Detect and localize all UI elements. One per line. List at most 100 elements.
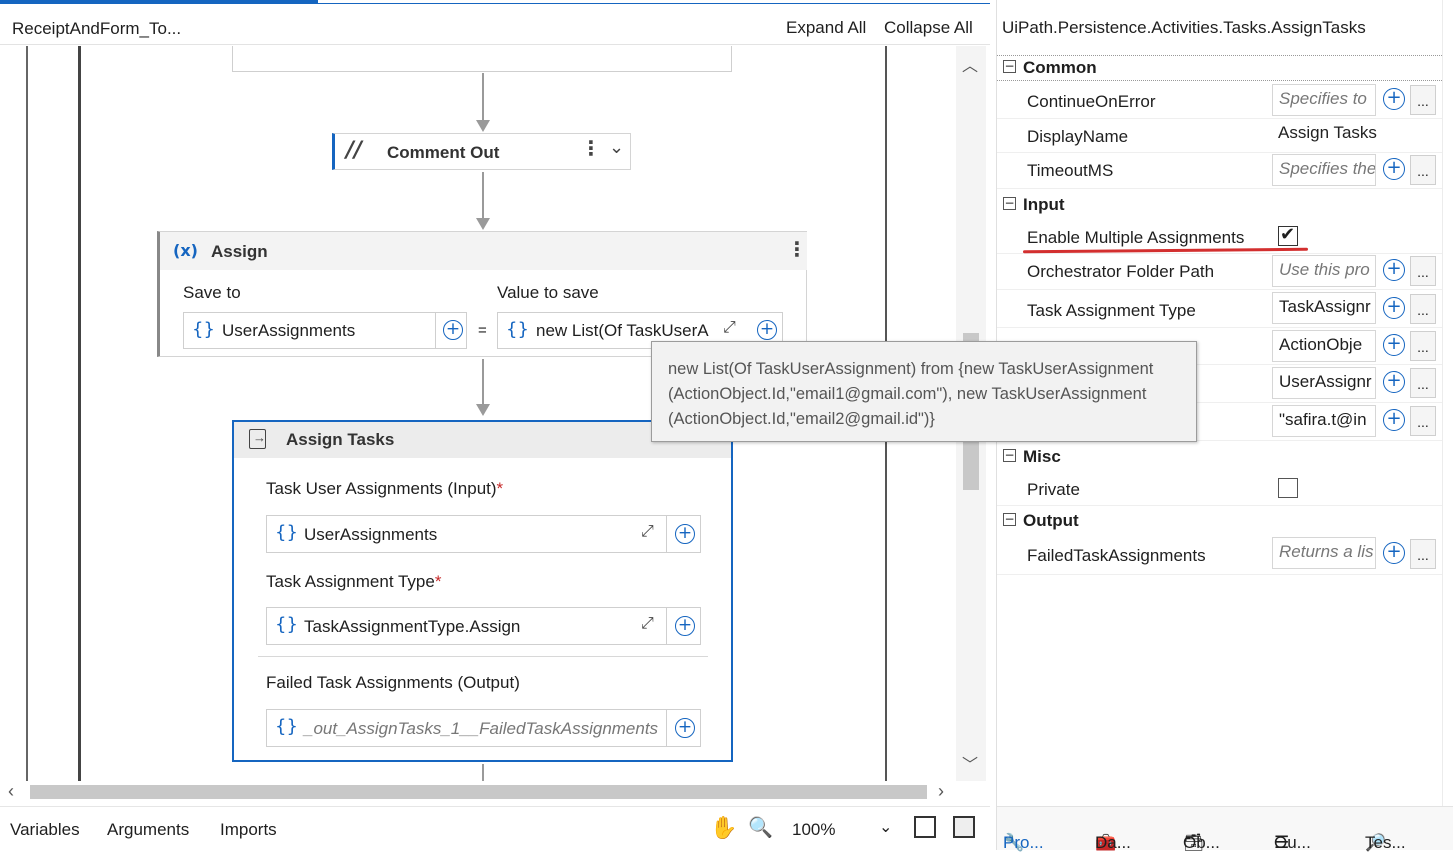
data-manager-tab-label: Da... xyxy=(1095,833,1131,852)
sequence-border-inner xyxy=(78,46,81,781)
property-value-task-assignment-type[interactable]: TaskAssignr xyxy=(1272,292,1376,324)
category-misc[interactable]: − Misc xyxy=(997,445,1442,471)
collapse-icon[interactable]: − xyxy=(1003,60,1016,73)
scroll-right-icon[interactable]: › xyxy=(938,781,944,802)
scroll-left-icon[interactable]: ‹ xyxy=(8,781,14,802)
assign-tasks-activity[interactable]: → Assign Tasks Task User Assignments (In… xyxy=(232,420,733,762)
sequence-border-left xyxy=(26,46,28,781)
property-value-displayname[interactable]: Assign Tasks xyxy=(1272,119,1437,151)
add-variable-icon[interactable]: + xyxy=(1383,88,1405,110)
more-options-icon[interactable]: ⋮ xyxy=(581,136,601,161)
expand-editor-icon[interactable]: ⤢ xyxy=(723,319,736,337)
expression-icon: {} xyxy=(506,319,529,340)
add-variable-icon[interactable]: + xyxy=(1383,259,1405,281)
add-variable-icon[interactable]: + xyxy=(1383,409,1405,431)
property-value-user-email[interactable]: "safira.t@in xyxy=(1272,405,1376,437)
field-divider xyxy=(666,710,667,746)
property-value-timeoutms[interactable]: Specifies the xyxy=(1272,154,1376,186)
checkmark-icon: ✔ xyxy=(1280,224,1296,245)
ellipsis-button[interactable]: ... xyxy=(1410,331,1436,361)
property-name: FailedTaskAssignments xyxy=(1027,546,1206,565)
add-variable-icon[interactable]: + xyxy=(1383,542,1405,564)
task-assignment-type-field[interactable]: {} TaskAssignmentType.Assign ⤢ + xyxy=(266,607,701,645)
property-value-failed-task-assignments[interactable]: Returns a lis xyxy=(1272,537,1376,569)
arguments-tab[interactable]: Arguments xyxy=(107,820,189,840)
ellipsis-button[interactable]: ... xyxy=(1410,294,1436,324)
failed-task-assignments-label: Failed Task Assignments (Output) xyxy=(266,673,520,692)
magnifier-icon[interactable]: 🔍 xyxy=(748,815,773,839)
expand-editor-icon[interactable]: ⤢ xyxy=(641,615,654,633)
ellipsis-button[interactable]: ... xyxy=(1410,256,1436,286)
designer-header: ReceiptAndForm_To... Expand All Collapse… xyxy=(0,5,990,45)
expression-icon: {} xyxy=(275,522,298,543)
comment-out-activity[interactable]: // Comment Out ⋮ ⌄ xyxy=(332,133,631,170)
overview-icon[interactable] xyxy=(953,816,975,838)
save-to-field[interactable]: {} UserAssignments + xyxy=(183,312,467,349)
collapse-icon[interactable]: − xyxy=(1003,513,1016,526)
ellipsis-button[interactable]: ... xyxy=(1410,85,1436,115)
add-variable-icon[interactable]: + xyxy=(443,320,463,340)
fit-to-screen-icon[interactable] xyxy=(914,816,936,838)
add-variable-icon[interactable]: + xyxy=(1383,158,1405,180)
failed-task-assignments-field[interactable]: {} _out_AssignTasks_1__FailedTaskAssignm… xyxy=(266,709,701,747)
horizontal-scrollbar[interactable]: ‹ › xyxy=(0,781,960,803)
category-misc-label: Misc xyxy=(1023,447,1061,466)
category-output[interactable]: − Output xyxy=(997,509,1442,535)
collapse-chevron-icon[interactable]: ⌄ xyxy=(609,137,624,158)
zoom-dropdown-icon[interactable]: ⌄ xyxy=(879,817,892,837)
hand-pan-icon[interactable]: ✋ xyxy=(710,815,737,841)
properties-title: UiPath.Persistence.Activities.Tasks.Assi… xyxy=(1002,18,1366,37)
property-value-continueonerror[interactable]: Specifies to xyxy=(1272,84,1376,116)
add-variable-icon[interactable]: + xyxy=(1383,297,1405,319)
ellipsis-button[interactable]: ... xyxy=(1410,155,1436,185)
property-name: DisplayName xyxy=(1027,127,1129,146)
collapse-icon[interactable]: − xyxy=(1003,449,1016,462)
assign-icon: (x) xyxy=(173,241,198,260)
property-name: Orchestrator Folder Path xyxy=(1027,262,1215,281)
more-options-icon[interactable]: ⋮ xyxy=(787,237,807,262)
value-to-save-value: new List(Of TaskUserA xyxy=(536,321,709,340)
property-value-action-object[interactable]: ActionObje xyxy=(1272,330,1376,362)
breadcrumb[interactable]: ReceiptAndForm_To... xyxy=(12,19,181,39)
add-variable-icon[interactable]: + xyxy=(675,524,695,544)
horizontal-scroll-thumb[interactable] xyxy=(30,785,927,799)
scroll-down-icon[interactable]: ﹀ xyxy=(962,751,978,775)
expand-editor-icon[interactable]: ⤢ xyxy=(641,523,654,541)
zoom-level[interactable]: 100% xyxy=(792,820,835,840)
scroll-up-icon[interactable]: ︿ xyxy=(962,52,978,76)
task-user-assignments-field[interactable]: {} UserAssignments ⤢ + xyxy=(266,515,701,553)
collapse-icon[interactable]: − xyxy=(1003,197,1016,210)
expression-tooltip: new List(Of TaskUserAssignment) from {ne… xyxy=(651,341,1197,442)
red-underline-annotation xyxy=(1022,247,1309,254)
category-input[interactable]: − Input xyxy=(997,193,1442,219)
field-divider xyxy=(435,313,436,348)
imports-tab[interactable]: Imports xyxy=(220,820,277,840)
add-variable-icon[interactable]: + xyxy=(675,718,695,738)
property-row-folder-path: Orchestrator Folder Path Use this pro + … xyxy=(997,254,1442,290)
connector-arrow xyxy=(482,172,484,222)
add-variable-icon[interactable]: + xyxy=(757,320,777,340)
active-tab-indicator[interactable] xyxy=(0,0,318,4)
property-value-user-assignments[interactable]: UserAssignr xyxy=(1272,367,1376,399)
collapse-all-button[interactable]: Collapse All xyxy=(884,18,973,38)
property-row-displayname: DisplayName Assign Tasks xyxy=(997,119,1442,153)
category-common[interactable]: − Common xyxy=(997,55,1442,81)
property-value-folder-path[interactable]: Use this pro xyxy=(1272,255,1376,287)
add-variable-icon[interactable]: + xyxy=(675,616,695,636)
expand-all-button[interactable]: Expand All xyxy=(786,18,866,38)
add-variable-icon[interactable]: + xyxy=(1383,334,1405,356)
failed-task-assignments-value: _out_AssignTasks_1__FailedTaskAssignment… xyxy=(304,719,659,738)
variables-tab[interactable]: Variables xyxy=(10,820,80,840)
assign-activity[interactable]: (x) Assign ⋮ Save to Value to save {} Us… xyxy=(157,231,807,357)
enable-multiple-assignments-checkbox[interactable]: ✔ xyxy=(1278,224,1298,246)
add-variable-icon[interactable]: + xyxy=(1383,371,1405,393)
ellipsis-button[interactable]: ... xyxy=(1410,406,1436,436)
ellipsis-button[interactable]: ... xyxy=(1410,539,1436,569)
properties-right-scrollbar[interactable] xyxy=(1442,0,1453,806)
connector-arrow xyxy=(482,359,484,409)
ellipsis-button[interactable]: ... xyxy=(1410,368,1436,398)
private-checkbox[interactable] xyxy=(1278,478,1298,498)
panel-tabs: 🔧 Pro... 🧰 Da... 🗃 Ob... ☰ Ou... 🔎 Tes..… xyxy=(997,806,1453,852)
assign-tasks-title: Assign Tasks xyxy=(286,430,395,449)
previous-activity-card[interactable] xyxy=(232,46,732,72)
